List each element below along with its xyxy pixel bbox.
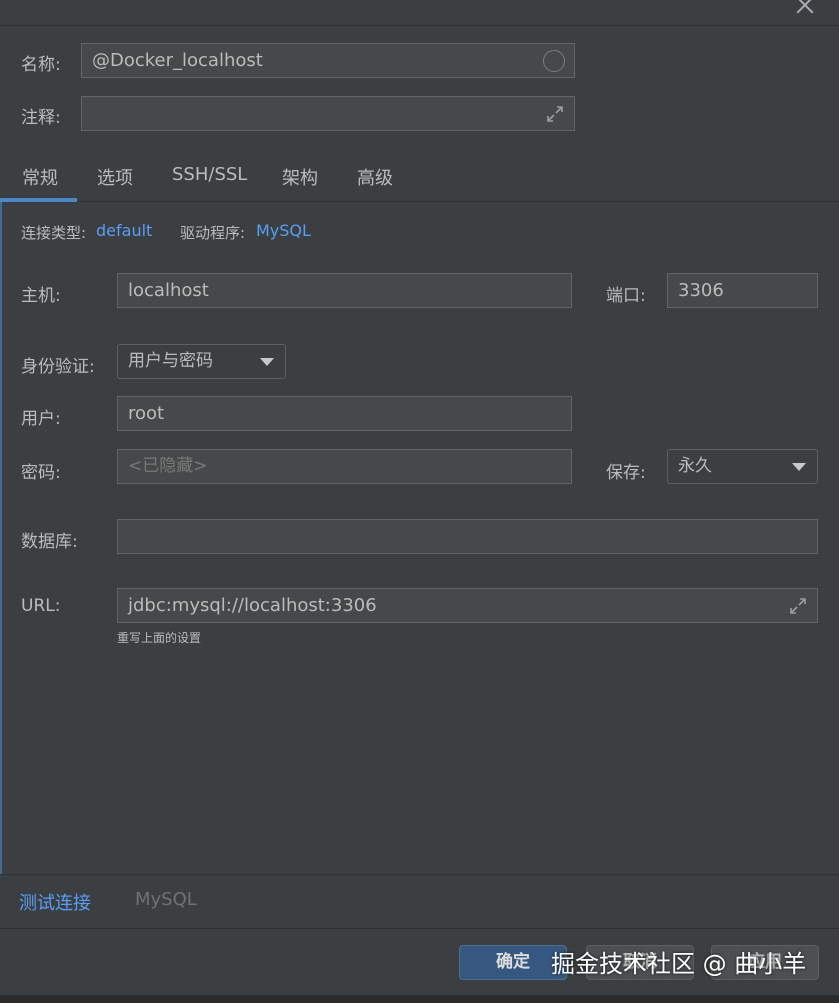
save-dropdown[interactable]: 永久	[667, 449, 818, 484]
url-value: jdbc:mysql://localhost:3306	[128, 595, 377, 616]
host-value: localhost	[128, 280, 209, 301]
tab-general[interactable]: 常规	[22, 164, 58, 190]
expand-icon[interactable]	[545, 104, 565, 124]
name-input[interactable]: @Docker_localhost	[81, 43, 575, 78]
port-value: 3306	[678, 280, 724, 301]
auth-label: 身份验证:	[21, 357, 95, 377]
bottom-bar	[0, 874, 839, 928]
driver-label: 驱动程序:	[180, 224, 246, 242]
name-label: 名称:	[21, 55, 61, 75]
driver-link[interactable]: MySQL	[256, 221, 311, 240]
database-label: 数据库:	[21, 532, 78, 552]
watermark-text: 掘金技术社区 @ 曲小羊	[551, 950, 807, 978]
expand-icon[interactable]	[788, 596, 808, 616]
port-input[interactable]: 3306	[667, 273, 818, 308]
password-label: 密码:	[21, 463, 61, 483]
name-value: @Docker_localhost	[92, 50, 263, 71]
chevron-down-icon	[260, 358, 274, 366]
port-label: 端口:	[606, 286, 646, 306]
connection-type-link[interactable]: default	[96, 221, 152, 240]
bottom-strip	[0, 995, 839, 1003]
tab-ssh-ssl[interactable]: SSH/SSL	[172, 164, 247, 185]
circle-status-icon	[543, 50, 565, 72]
data-source-dialog: 名称: @Docker_localhost 注释: 常规 选项 SSH/SSL …	[0, 0, 839, 1003]
user-label: 用户:	[21, 409, 61, 429]
url-label: URL:	[21, 596, 61, 616]
auth-dropdown[interactable]: 用户与密码	[117, 344, 286, 379]
active-tab-indicator	[0, 198, 77, 202]
tab-schemas[interactable]: 架构	[282, 164, 318, 190]
tab-bar: 常规 选项 SSH/SSL 架构 高级	[0, 153, 839, 202]
password-placeholder: <已隐藏>	[128, 456, 208, 476]
tab-advanced[interactable]: 高级	[357, 164, 393, 190]
chevron-down-icon	[792, 463, 806, 471]
user-value: root	[128, 403, 165, 424]
title-bar	[0, 0, 839, 26]
connection-type-label: 连接类型:	[21, 224, 87, 242]
close-icon[interactable]	[793, 0, 817, 18]
auth-value: 用户与密码	[128, 351, 213, 371]
panel-left-edge	[0, 202, 2, 874]
database-input[interactable]	[117, 519, 818, 554]
user-input[interactable]: root	[117, 396, 572, 431]
password-input[interactable]: <已隐藏>	[117, 449, 572, 484]
comment-input[interactable]	[81, 96, 575, 131]
host-input[interactable]: localhost	[117, 273, 572, 308]
tab-options[interactable]: 选项	[97, 164, 133, 190]
url-hint: 重写上面的设置	[117, 631, 202, 645]
test-connection-link[interactable]: 测试连接	[19, 889, 91, 915]
save-value: 永久	[678, 456, 712, 476]
comment-label: 注释:	[21, 108, 61, 128]
url-input[interactable]: jdbc:mysql://localhost:3306	[117, 588, 818, 623]
save-label: 保存:	[606, 463, 646, 483]
driver-name-label: MySQL	[135, 889, 197, 910]
host-label: 主机:	[21, 286, 61, 306]
